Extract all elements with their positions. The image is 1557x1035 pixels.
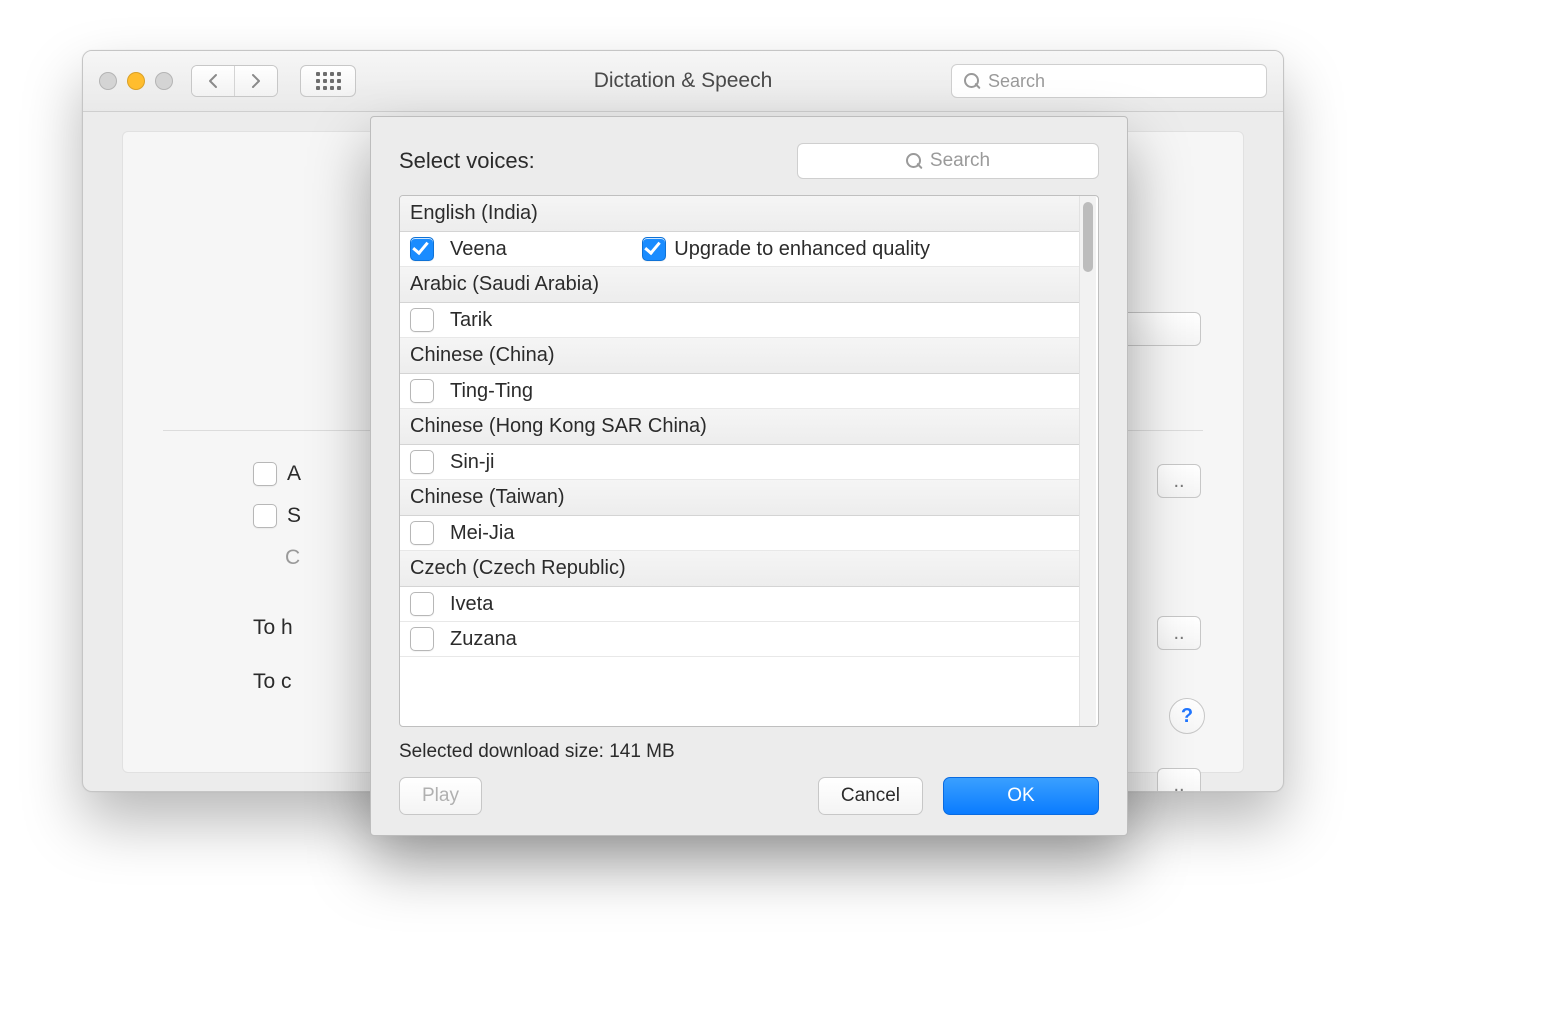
- voice-row[interactable]: Iveta: [400, 587, 1080, 622]
- option-label: S: [287, 504, 301, 528]
- upgrade-checkbox[interactable]: [642, 237, 666, 261]
- background-options: A S C To h To c: [253, 462, 301, 694]
- forward-button[interactable]: [234, 66, 277, 96]
- voice-row[interactable]: Mei-Jia: [400, 516, 1080, 551]
- upgrade-label: Upgrade to enhanced quality: [674, 238, 930, 261]
- cancel-button[interactable]: Cancel: [818, 777, 923, 815]
- more-button[interactable]: ..: [1157, 768, 1201, 792]
- play-button[interactable]: Play: [399, 777, 482, 815]
- help-button[interactable]: ?: [1169, 698, 1205, 734]
- voice-name: Tarik: [450, 309, 492, 332]
- help-icon: ?: [1181, 705, 1193, 728]
- voice-checkbox[interactable]: [410, 450, 434, 474]
- chevron-left-icon: [207, 73, 219, 89]
- voice-checkbox[interactable]: [410, 308, 434, 332]
- search-placeholder: Search: [988, 71, 1045, 92]
- voice-checkbox[interactable]: [410, 379, 434, 403]
- option-label: To h: [253, 616, 293, 640]
- sheet-header: Select voices: Search: [399, 143, 1099, 179]
- checkbox[interactable]: [253, 462, 277, 486]
- voice-group-header: Czech (Czech Republic): [400, 551, 1080, 587]
- minimize-window-button[interactable]: [127, 72, 145, 90]
- voice-upgrade-option[interactable]: Upgrade to enhanced quality: [642, 237, 1070, 261]
- voice-checkbox[interactable]: [410, 521, 434, 545]
- voice-group-header: English (India): [400, 196, 1080, 232]
- voice-name: Veena: [450, 238, 507, 261]
- more-button[interactable]: ..: [1157, 616, 1201, 650]
- sheet-search-input[interactable]: Search: [797, 143, 1099, 179]
- voice-group-header: Chinese (Taiwan): [400, 480, 1080, 516]
- voice-name: Iveta: [450, 593, 493, 616]
- grid-icon: [316, 72, 341, 90]
- voice-checkbox[interactable]: [410, 627, 434, 651]
- sheet-buttons: Play Cancel OK: [399, 777, 1099, 815]
- voice-row[interactable]: Zuzana: [400, 622, 1080, 657]
- window-search-input[interactable]: Search: [951, 64, 1267, 98]
- checkbox[interactable]: [253, 504, 277, 528]
- voice-row[interactable]: Tarik: [400, 303, 1080, 338]
- search-icon: [964, 73, 980, 89]
- show-all-button[interactable]: [300, 65, 356, 97]
- more-button[interactable]: ..: [1157, 464, 1201, 498]
- nav-back-forward: [191, 65, 278, 97]
- voice-row[interactable]: Sin-ji: [400, 445, 1080, 480]
- download-size-status: Selected download size: 141 MB: [399, 741, 1099, 763]
- voice-name: Mei-Jia: [450, 522, 514, 545]
- voice-name: Sin-ji: [450, 451, 494, 474]
- voices-list: English (India) Veena Upgrade to enhanced …: [399, 195, 1099, 727]
- option-label: C: [285, 546, 300, 570]
- ok-button[interactable]: OK: [943, 777, 1099, 815]
- option-label: To c: [253, 670, 292, 694]
- option-label: A: [287, 462, 301, 486]
- voice-checkbox[interactable]: [410, 592, 434, 616]
- voices-list-rows[interactable]: English (India) Veena Upgrade to enhanced …: [400, 196, 1080, 726]
- scrollbar-thumb[interactable]: [1083, 202, 1093, 272]
- select-voices-sheet: Select voices: Search English (India)Vee…: [370, 116, 1128, 836]
- voice-row[interactable]: Veena Upgrade to enhanced quality: [400, 232, 1080, 267]
- search-icon: [906, 153, 922, 169]
- chevron-right-icon: [250, 73, 262, 89]
- traffic-lights: [99, 72, 173, 90]
- sheet-title: Select voices:: [399, 148, 535, 174]
- zoom-window-button[interactable]: [155, 72, 173, 90]
- scrollbar[interactable]: [1079, 196, 1096, 726]
- titlebar: Dictation & Speech Search: [83, 51, 1283, 112]
- back-button[interactable]: [192, 66, 234, 96]
- voice-checkbox[interactable]: [410, 237, 434, 261]
- voice-group-header: Chinese (China): [400, 338, 1080, 374]
- close-window-button[interactable]: [99, 72, 117, 90]
- search-placeholder: Search: [930, 150, 990, 172]
- voice-name: Ting-Ting: [450, 380, 533, 403]
- voice-name: Zuzana: [450, 628, 517, 651]
- voice-group-header: Chinese (Hong Kong SAR China): [400, 409, 1080, 445]
- voice-row[interactable]: Ting-Ting: [400, 374, 1080, 409]
- voice-group-header: Arabic (Saudi Arabia): [400, 267, 1080, 303]
